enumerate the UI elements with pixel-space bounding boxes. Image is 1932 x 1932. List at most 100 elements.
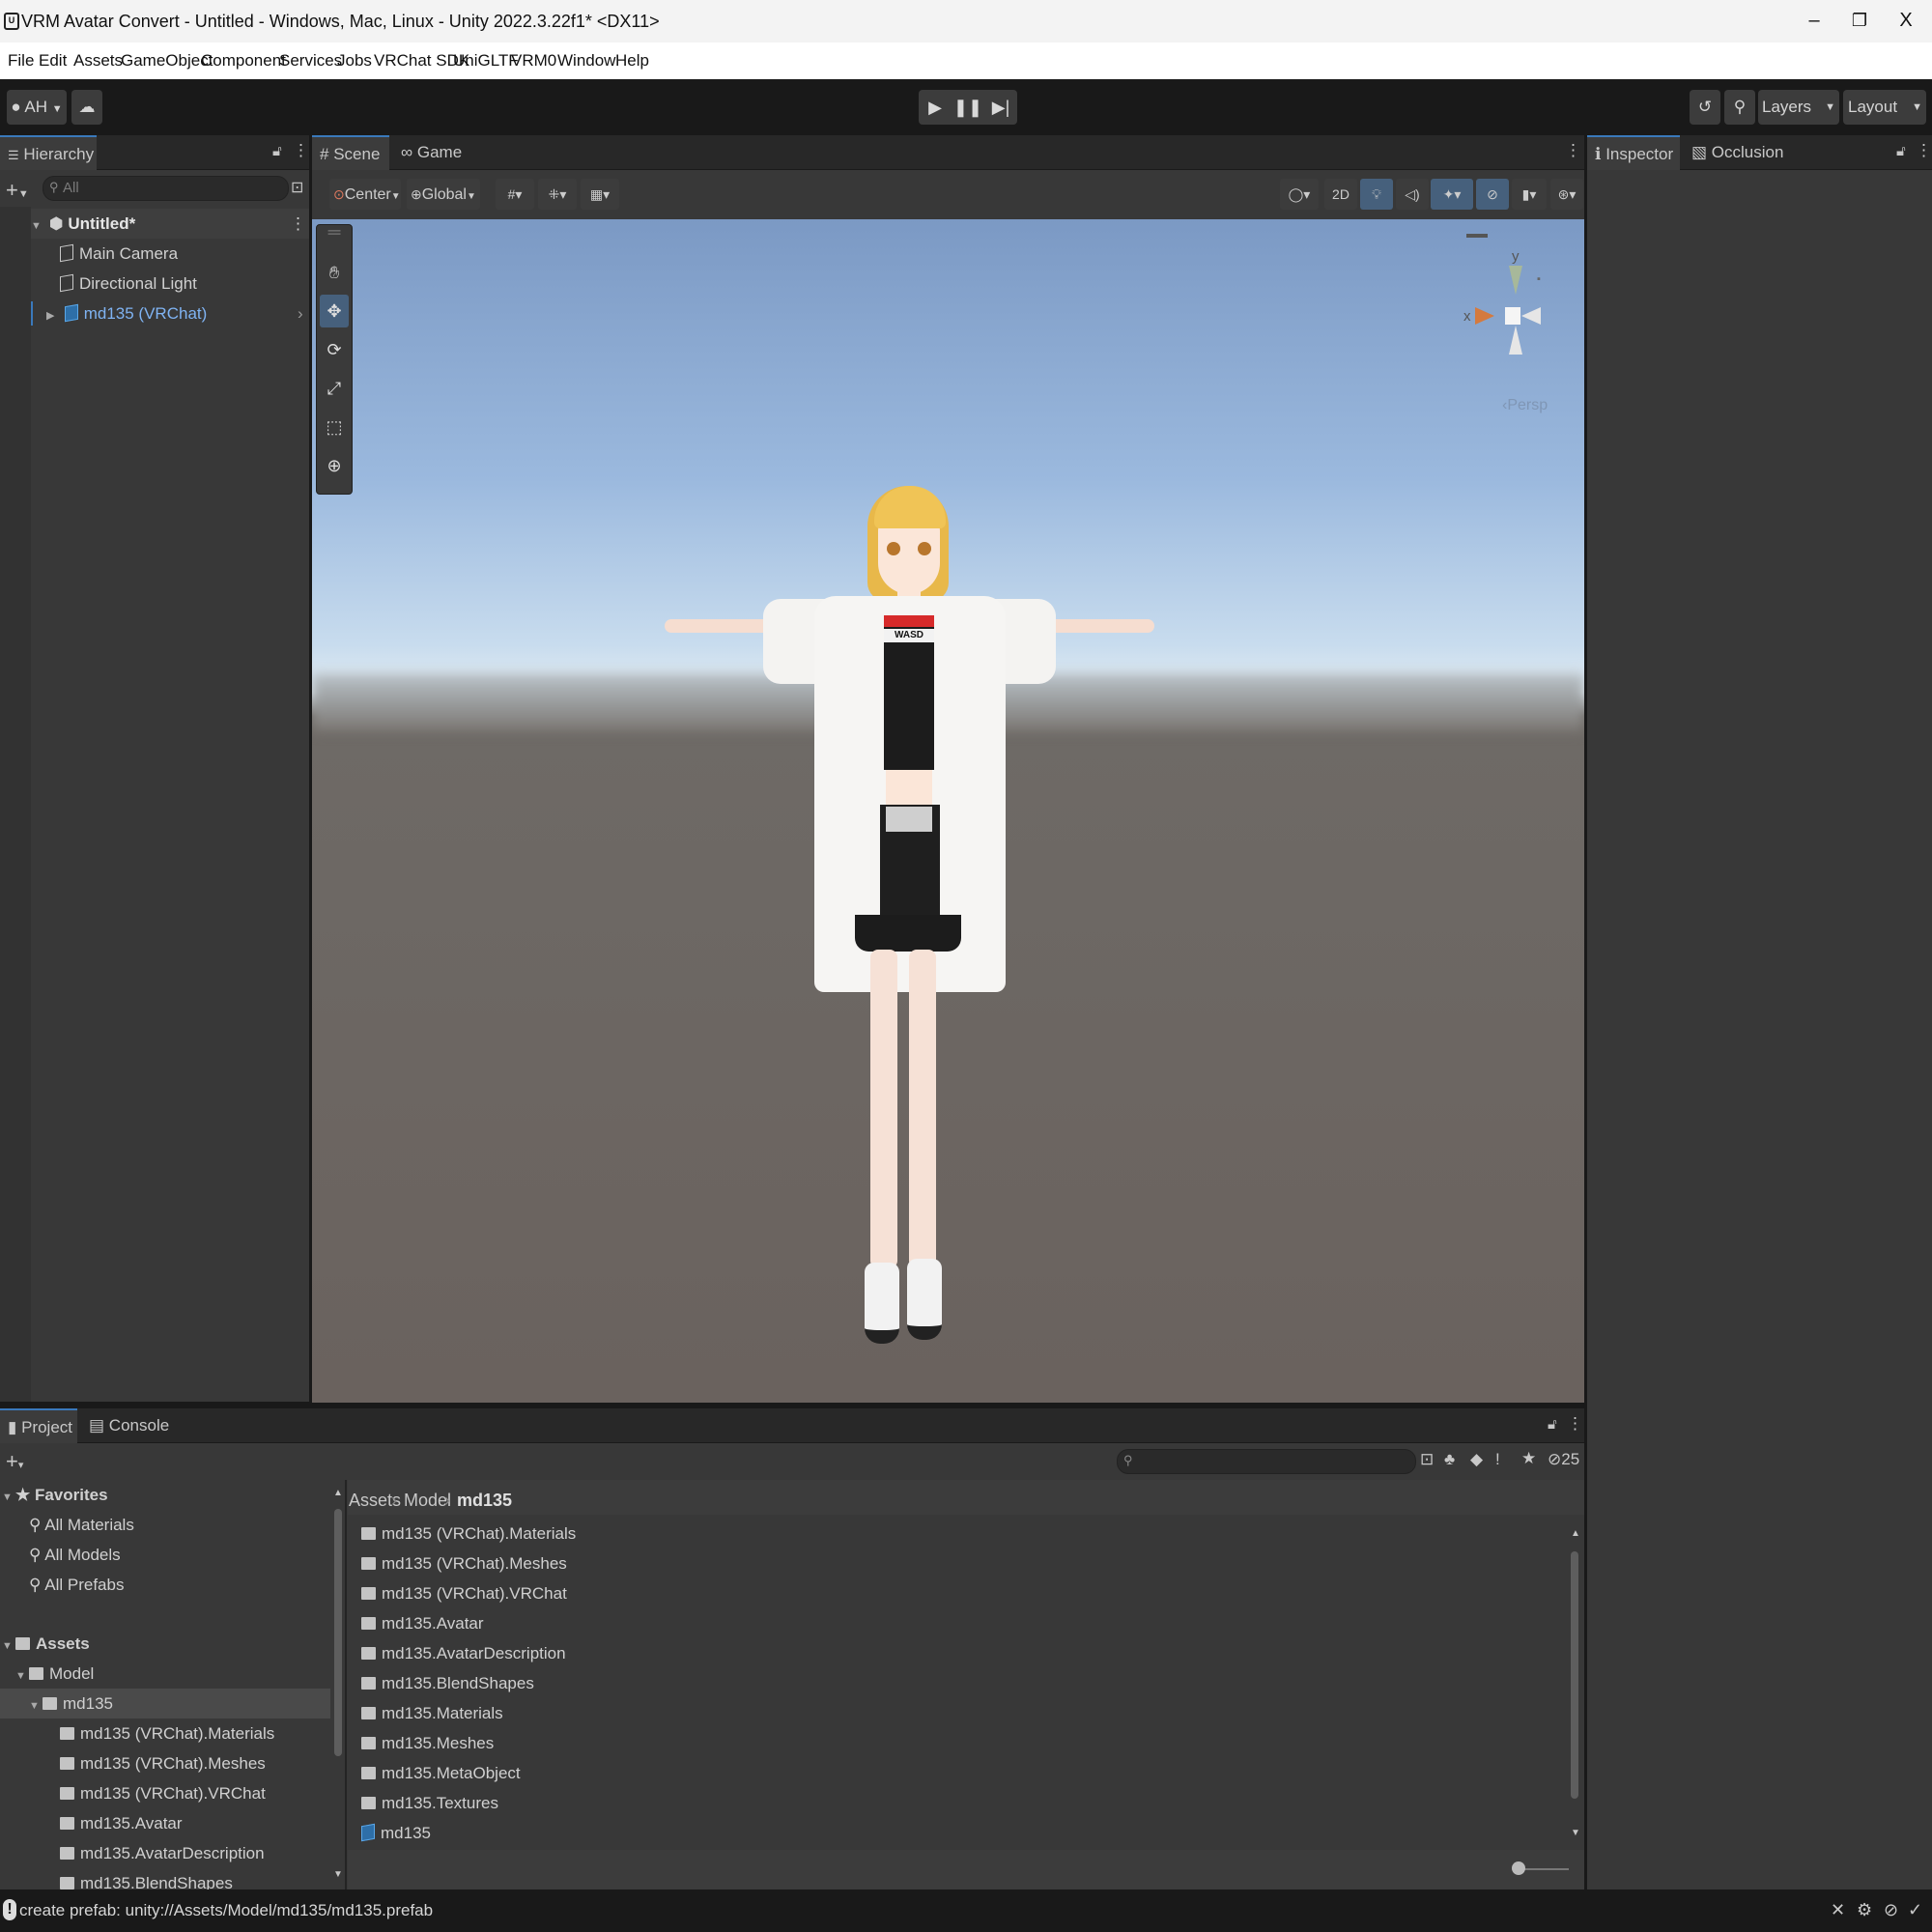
icon-size-slider-handle[interactable]: [1512, 1861, 1525, 1875]
list-item[interactable]: md135.Materials: [361, 1698, 503, 1728]
menu-assets[interactable]: Assets: [73, 51, 123, 71]
avatar-model[interactable]: WASD: [650, 412, 1268, 1378]
scroll-down-icon[interactable]: ▼: [1571, 1828, 1580, 1838]
list-item[interactable]: md135: [361, 1818, 431, 1848]
scroll-up-icon[interactable]: ▲: [333, 1488, 343, 1498]
more-icon[interactable]: ⋮: [290, 209, 306, 239]
hidden-packages-button[interactable]: ⊘25: [1548, 1450, 1579, 1469]
space-dropdown[interactable]: ⊕Global▼: [407, 179, 480, 210]
rotate-tool-icon[interactable]: ⟳: [320, 333, 349, 366]
camera-settings-button[interactable]: ▮▾: [1512, 179, 1547, 210]
chevron-right-icon[interactable]: ›: [298, 298, 303, 328]
scroll-up-icon[interactable]: ▲: [1571, 1528, 1580, 1539]
auto-refresh-icon[interactable]: ⊘: [1884, 1900, 1898, 1920]
list-item[interactable]: md135.Textures: [361, 1788, 498, 1818]
menu-edit[interactable]: Edit: [39, 51, 67, 71]
tree-all-models[interactable]: ⚲ All Models: [29, 1540, 121, 1570]
lock-icon[interactable]: 🔓︎: [272, 143, 282, 159]
menu-vrm0[interactable]: VRM0: [511, 51, 556, 71]
tab-project[interactable]: ▮ Project: [0, 1408, 77, 1443]
menu-uniGLTF[interactable]: UniGLTF: [453, 51, 519, 71]
warning-icon[interactable]: !: [1495, 1450, 1500, 1469]
lock-icon[interactable]: ▪: [1537, 273, 1541, 285]
project-search[interactable]: ⚲: [1117, 1449, 1416, 1474]
close-button[interactable]: X: [1891, 8, 1920, 33]
add-icon[interactable]: +▾: [6, 1449, 23, 1474]
chevron-right-icon[interactable]: ▶: [46, 301, 60, 331]
list-item[interactable]: md135.AvatarDescription: [361, 1638, 566, 1668]
lock-icon[interactable]: 🔓︎: [1896, 143, 1906, 159]
menu-gameobject[interactable]: GameObject: [121, 51, 213, 71]
tab-console[interactable]: ▤ Console: [81, 1408, 169, 1443]
pivot-dropdown[interactable]: ⊙Center▼: [329, 179, 401, 210]
hand-tool-icon[interactable]: ✋︎: [320, 256, 349, 289]
tree-item[interactable]: md135.BlendShapes: [60, 1868, 233, 1889]
tree-item[interactable]: md135.AvatarDescription: [60, 1838, 265, 1868]
menu-file[interactable]: File: [8, 51, 34, 71]
list-item[interactable]: md135.MetaObject: [361, 1758, 521, 1788]
icon-size-slider-track[interactable]: [1519, 1868, 1569, 1870]
menu-services[interactable]: Services: [279, 51, 342, 71]
more-icon[interactable]: ⋮: [1916, 141, 1932, 160]
hierarchy-item-directional-light[interactable]: Directional Light: [60, 269, 197, 298]
layout-dropdown[interactable]: Layout ▼: [1843, 90, 1926, 125]
tree-item[interactable]: md135.Avatar: [60, 1808, 183, 1838]
menu-window[interactable]: Window: [557, 51, 615, 71]
tree-item[interactable]: md135 (VRChat).Meshes: [60, 1748, 266, 1778]
hierarchy-search[interactable]: ⚲ All: [43, 176, 289, 201]
tree-item[interactable]: md135 (VRChat).Materials: [60, 1719, 274, 1748]
tree-item[interactable]: md135 (VRChat).VRChat: [60, 1778, 266, 1808]
layers-dropdown[interactable]: Layers ▼: [1758, 90, 1839, 125]
rect-tool-icon[interactable]: ⬚: [320, 411, 349, 443]
tree-assets[interactable]: ▼ Assets: [2, 1629, 90, 1659]
add-icon[interactable]: +▼: [6, 178, 29, 203]
minimize-button[interactable]: –: [1800, 8, 1829, 33]
cloud-button[interactable]: ☁: [71, 90, 102, 125]
search-type-icon[interactable]: ⊡: [291, 178, 303, 197]
menu-help[interactable]: Help: [615, 51, 649, 71]
favorite-star-icon[interactable]: ★: [1521, 1449, 1536, 1468]
transform-tool-icon[interactable]: ⊕: [320, 449, 349, 482]
tree-scrollbar[interactable]: [334, 1509, 342, 1756]
tree-model[interactable]: ▼ Model: [15, 1659, 94, 1689]
scene-row[interactable]: ▼ ⬢ Untitled* ⋮: [31, 209, 309, 239]
search-button[interactable]: ⚲: [1724, 90, 1755, 125]
status-message[interactable]: create prefab: unity://Assets/Model/md13…: [19, 1901, 433, 1920]
list-item[interactable]: md135 (VRChat).Materials: [361, 1519, 576, 1548]
hidden-objects-button[interactable]: ⊘: [1476, 179, 1509, 210]
menu-jobs[interactable]: Jobs: [337, 51, 372, 71]
play-button[interactable]: ▶: [919, 90, 952, 125]
grid-snap-button[interactable]: #▾: [496, 179, 534, 210]
list-item[interactable]: md135.BlendShapes: [361, 1668, 534, 1698]
lock-icon[interactable]: 🔓︎: [1548, 1416, 1557, 1433]
gizmo-menu-icon[interactable]: [1466, 234, 1488, 238]
hierarchy-item-main-camera[interactable]: Main Camera: [60, 239, 178, 269]
tree-all-prefabs[interactable]: ⚲ All Prefabs: [29, 1570, 124, 1600]
menu-component[interactable]: Component: [201, 51, 286, 71]
list-item[interactable]: md135 (VRChat).VRChat: [361, 1578, 567, 1608]
more-icon[interactable]: ⋮: [1567, 1414, 1583, 1434]
audio-button[interactable]: ◁): [1396, 179, 1429, 210]
projection-toggle[interactable]: ‹Persp: [1502, 397, 1548, 414]
restore-button[interactable]: ❐: [1845, 8, 1874, 33]
search-type-icon[interactable]: ⊡: [1420, 1450, 1434, 1469]
list-item[interactable]: md135.Avatar: [361, 1608, 484, 1638]
step-button[interactable]: ▶|: [984, 90, 1017, 125]
palette-grip-icon[interactable]: ═: [320, 223, 349, 244]
scale-tool-icon[interactable]: ⤢: [320, 372, 349, 405]
effects-button[interactable]: ✦▾: [1431, 179, 1473, 210]
breadcrumb-md135[interactable]: md135: [457, 1491, 512, 1511]
bug-icon[interactable]: ✕: [1831, 1900, 1845, 1920]
hierarchy-item-md135[interactable]: ▶ md135 (VRChat) ›: [31, 298, 309, 328]
tree-md135[interactable]: ▼ md135: [0, 1689, 330, 1719]
account-button[interactable]: ● AH ▼: [7, 90, 67, 125]
draw-mode-button[interactable]: ◯▾: [1280, 179, 1319, 210]
snap-increment-button[interactable]: ⁜▾: [538, 179, 577, 210]
scene-viewport[interactable]: WASD y x ▪ ‹Persp: [312, 219, 1584, 1403]
more-icon[interactable]: ⋮: [1565, 141, 1581, 160]
scroll-down-icon[interactable]: ▼: [333, 1869, 343, 1880]
orientation-gizmo[interactable]: y x ▪: [1462, 248, 1548, 364]
tab-hierarchy[interactable]: ☰ Hierarchy: [0, 135, 97, 170]
gizmos-button[interactable]: ⊛▾: [1550, 179, 1583, 210]
tree-all-materials[interactable]: ⚲ All Materials: [29, 1510, 134, 1540]
